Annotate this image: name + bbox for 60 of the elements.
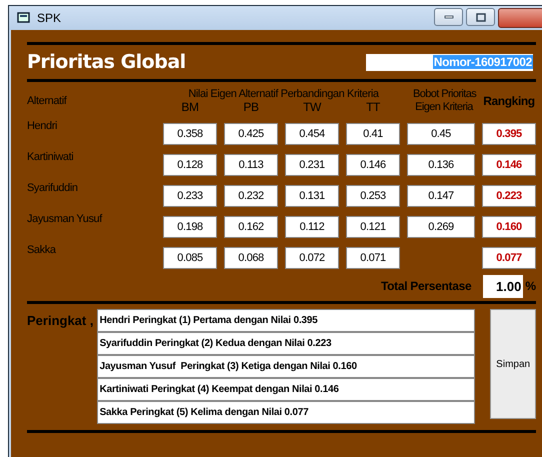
ranking-field[interactable]: Kartiniwati Peringkat (4) Keempat dengan Nilai 0.146 [96,378,476,401]
value-field[interactable]: 0.136 [407,154,475,176]
value-field[interactable]: 0.085 [163,246,217,268]
minimize-icon [444,15,454,19]
row-label: Hendri [27,119,58,134]
value-field[interactable]: 0.41 [346,122,400,144]
value-field[interactable]: 0.068 [224,246,278,268]
value-field[interactable]: 0.358 [163,122,217,144]
column-header: TW [302,100,322,114]
rank-field[interactable]: 0.395 [482,122,536,144]
row-label: Syarifuddin [27,181,79,196]
column-header: BM [180,100,200,114]
total-label: Total Persentase [380,279,472,293]
value-field[interactable]: 0.121 [346,216,400,238]
value-field[interactable]: 0.233 [163,184,217,206]
row-label: Jayusman Yusuf [27,212,104,227]
value-field[interactable]: 0.454 [285,122,339,144]
rank-field[interactable]: 0.160 [482,216,536,238]
value-field[interactable]: 0.071 [346,246,400,268]
column-header: Bobot Prioritas Eigen Kriteria [412,88,475,114]
ranking-field[interactable]: Hendri Peringkat (1) Pertama dengan Nilai 0.395 [96,309,476,332]
value-field[interactable]: 0.232 [224,184,278,206]
ranking-label: Peringkat , [27,313,94,328]
column-header: Alternatif [27,95,68,107]
total-field[interactable]: 1.00 [483,274,524,298]
minimize-button[interactable] [434,8,463,26]
value-field[interactable]: 0.269 [407,216,475,238]
row-label: Sakka [27,243,57,258]
column-header: PB [242,100,260,114]
row-label: Kartiniwati [27,150,74,165]
maximize-button[interactable] [466,8,495,26]
percent-label: % [525,279,536,293]
value-field[interactable]: 0.113 [224,154,278,176]
value-field[interactable]: 0.45 [407,122,475,144]
column-header: TT [365,100,381,114]
value-field[interactable]: 0.198 [163,216,217,238]
rank-field[interactable]: 0.223 [482,184,536,206]
value-field[interactable]: 0.253 [346,184,400,206]
value-field[interactable]: 0.131 [285,184,339,206]
column-group-header: Nilai Eigen Alternatif Perbandingan Kriteria [187,88,380,100]
value-field[interactable]: 0.072 [285,246,339,268]
value-field[interactable]: 0.146 [346,154,400,176]
window-icon [17,12,31,24]
window-title: SPK [37,11,62,25]
save-button[interactable]: Simpan [490,309,536,419]
value-field[interactable]: 0.147 [407,184,475,206]
close-button[interactable] [498,8,542,28]
value-field[interactable]: 0.128 [163,154,217,176]
rank-field[interactable]: 0.077 [482,246,536,268]
value-field[interactable]: 0.231 [285,154,339,176]
ranking-field[interactable]: Sakka Peringkat (5) Kelima dengan Nilai 0.077 [96,401,476,424]
ranking-field[interactable]: Syarifuddin Peringkat (2) Kedua dengan Nilai 0.223 [96,332,476,355]
column-header: Rangking [482,94,536,108]
page-heading: Prioritas Global [27,51,186,73]
rank-field[interactable]: 0.146 [482,154,536,176]
value-field[interactable]: 0.112 [285,216,339,238]
ranking-field[interactable]: Jayusman Yusuf Peringkat (3) Ketiga dengan Nilai 0.160 [96,355,476,378]
value-field[interactable]: 0.162 [224,216,278,238]
value-field[interactable]: 0.425 [224,122,278,144]
maximize-icon [476,12,486,22]
